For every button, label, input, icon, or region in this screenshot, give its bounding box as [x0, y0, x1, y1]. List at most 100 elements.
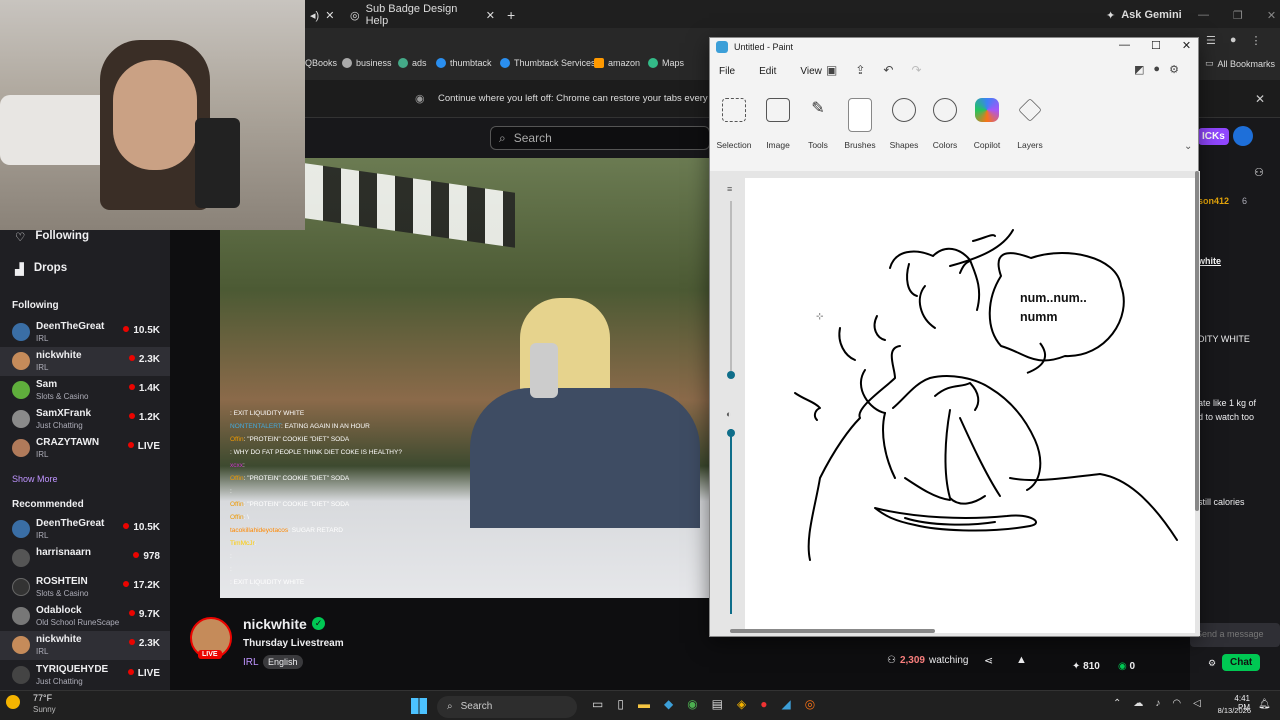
notifications-icon[interactable]: 🔔︎ — [1258, 699, 1271, 710]
sidebar-channel[interactable]: TYRIQUEHYDE Just Chatting LIVE — [0, 661, 170, 690]
tab-sub-badge[interactable]: ◎ Sub Badge Design Help ✕ — [350, 3, 495, 27]
chat-input[interactable]: Send a message — [1190, 623, 1280, 647]
settings-icon[interactable]: ⚙ — [1208, 658, 1216, 669]
all-bookmarks[interactable]: ▭ All Bookmarks — [1205, 58, 1275, 69]
minimize-icon[interactable]: — — [1198, 9, 1209, 21]
paint-canvas[interactable]: ⊹ num..num.. numm — [745, 178, 1195, 633]
size-slider[interactable] — [730, 201, 732, 371]
wifi-icon[interactable]: ◠ — [1172, 698, 1181, 709]
settings-icon[interactable]: ⚙ — [1169, 63, 1179, 76]
viewers-icon: ⚇ — [887, 655, 896, 666]
sidebar-channel[interactable]: SamXFrank Just Chatting 1.2K — [0, 405, 170, 434]
close-icon[interactable]: ✕ — [1255, 92, 1265, 106]
sidebar-channel[interactable]: DeenTheGreat IRL 10.5K — [0, 515, 170, 544]
opacity-slider-thumb[interactable] — [727, 429, 735, 437]
account-icon[interactable]: ● — [1153, 63, 1160, 76]
bookmark-thumbtack[interactable]: thumbtack — [436, 58, 492, 68]
sidebar-channel[interactable]: Sam Slots & Casino 1.4K — [0, 376, 170, 405]
report-icon[interactable]: ▲ — [1016, 654, 1027, 666]
feedback-icon[interactable]: ◩ — [1134, 63, 1144, 76]
ask-gemini-button[interactable]: ✦ Ask Gemini — [1106, 4, 1182, 26]
opacity-slider[interactable] — [730, 429, 732, 614]
bookmark-thumbtack-services[interactable]: Thumbtack Services — [500, 58, 596, 68]
mic-icon[interactable]: ♪ — [1155, 698, 1160, 709]
avatar[interactable] — [1233, 126, 1253, 146]
users-icon[interactable]: ⚇ — [1254, 166, 1264, 179]
tool-shapes[interactable]: Shapes — [884, 98, 924, 150]
task-view-icon[interactable]: ▭ — [592, 697, 603, 711]
restore-icon[interactable]: ❐ — [1233, 9, 1243, 22]
share-icon[interactable]: ⇪ — [855, 63, 865, 77]
tab-search-icon[interactable]: ☰ — [1206, 34, 1216, 47]
undo-icon[interactable]: ↶ — [883, 63, 893, 77]
sidebar-channel[interactable]: CRAZYTAWN IRL LIVE — [0, 434, 170, 463]
bookmark-amazon[interactable]: amazon — [594, 58, 640, 68]
tab-prev-close[interactable]: ◂) ✕ — [310, 4, 334, 26]
sidebar-channel[interactable]: harrisnaarn 978 — [0, 544, 170, 573]
bookmark-business[interactable]: business — [342, 58, 392, 68]
app-icon[interactable]: ◈ — [737, 697, 746, 711]
viewer-count: 2.3K — [128, 354, 160, 365]
network-icon[interactable]: ☁ — [1133, 698, 1143, 709]
chrome-icon[interactable]: ◉ — [687, 697, 697, 711]
size-slider-thumb[interactable] — [727, 371, 735, 379]
tool-layers[interactable]: Layers — [1010, 98, 1050, 150]
sidebar-channel[interactable]: nickwhite IRL 2.3K — [0, 631, 170, 660]
share-icon[interactable]: ⋖ — [984, 654, 993, 667]
sidebar-channel[interactable]: nickwhite IRL 2.3K — [0, 347, 170, 376]
firefox-icon[interactable]: ◎ — [805, 697, 815, 711]
chat-send-button[interactable]: Chat — [1222, 654, 1261, 671]
save-icon[interactable]: ▣ — [826, 63, 837, 77]
minimize-icon[interactable]: — — [1119, 39, 1130, 52]
file-explorer-icon[interactable]: ▬ — [638, 697, 650, 711]
vertical-scrollbar[interactable] — [1195, 171, 1199, 511]
bits-count[interactable]: ◉ 0 — [1118, 661, 1135, 672]
tool-copilot[interactable]: Copilot — [967, 98, 1007, 150]
category-link[interactable]: IRL — [243, 657, 259, 668]
calculator-icon[interactable]: ▤ — [712, 697, 723, 711]
profile-icon[interactable]: ● — [1230, 34, 1237, 47]
tool-selection[interactable]: Selection — [714, 98, 754, 150]
show-more-link[interactable]: Show More — [12, 474, 58, 484]
search-input[interactable]: ⌕ Search — [490, 126, 710, 150]
close-icon[interactable]: ✕ — [486, 9, 495, 22]
notepad-icon[interactable]: ▯ — [617, 697, 624, 711]
tool-image[interactable]: Image — [758, 98, 798, 150]
tool-tools[interactable]: ✎ Tools — [798, 98, 838, 150]
sidebar-channel[interactable]: Odablock Old School RuneScape 9.7K — [0, 602, 170, 631]
close-icon[interactable]: ✕ — [1267, 9, 1276, 22]
chevron-up-icon[interactable]: ⌃ — [1113, 698, 1121, 709]
chevron-down-icon[interactable]: ⌄ — [1184, 141, 1192, 152]
horizontal-scrollbar[interactable] — [730, 629, 935, 633]
streamer-name[interactable]: nickwhite — [243, 616, 307, 632]
photos-icon[interactable]: ◢ — [782, 697, 791, 711]
obs-icon[interactable]: ● — [760, 697, 767, 711]
close-icon[interactable]: ✕ — [325, 9, 334, 22]
menu-view[interactable]: View — [800, 66, 822, 77]
get-bits-button[interactable]: ICKs — [1198, 128, 1229, 145]
nav-following[interactable]: ♡ Following — [15, 230, 89, 244]
bookmark-ads[interactable]: ads — [398, 58, 427, 68]
bookmark-qbooks[interactable]: QBooks — [305, 58, 337, 68]
sidebar-channel[interactable]: ROSHTEIN Slots & Casino 17.2K — [0, 573, 170, 602]
weather-temp[interactable]: 77°F — [33, 693, 52, 703]
new-tab-button[interactable]: + — [507, 4, 515, 26]
language-tag[interactable]: English — [263, 655, 303, 669]
tool-brushes[interactable]: Brushes — [840, 98, 880, 150]
sidebar-channel[interactable]: DeenTheGreat IRL 10.5K — [0, 318, 170, 347]
bookmark-maps[interactable]: Maps — [648, 58, 684, 68]
paint-icon[interactable]: ◆ — [664, 697, 673, 711]
menu-file[interactable]: File — [719, 66, 735, 77]
menu-edit[interactable]: Edit — [759, 66, 776, 77]
menu-icon[interactable]: ⋮ — [1251, 34, 1262, 47]
volume-icon[interactable]: ◁ — [1193, 698, 1201, 709]
tool-colors[interactable]: Colors — [925, 98, 965, 150]
chat-link[interactable]: white — [1198, 256, 1221, 266]
close-icon[interactable]: ✕ — [1182, 39, 1191, 52]
redo-icon[interactable]: ↷ — [911, 63, 921, 77]
channel-points[interactable]: ✦ 810 — [1072, 661, 1100, 672]
windows-start-icon[interactable] — [411, 698, 427, 714]
maximize-icon[interactable]: ☐ — [1151, 39, 1161, 52]
nav-drops[interactable]: ▟ Drops — [15, 262, 67, 276]
taskbar-search[interactable]: ⌕ Search — [437, 696, 577, 718]
